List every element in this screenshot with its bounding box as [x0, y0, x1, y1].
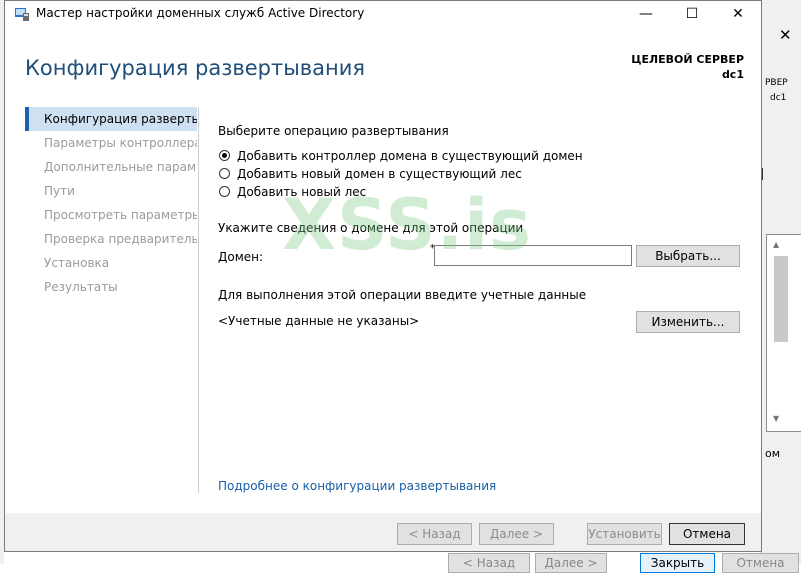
background-target-label: РВЕР — [765, 78, 788, 88]
background-close-icon[interactable]: ✕ — [779, 26, 792, 44]
nav-item-additional-options: Дополнительные парам... — [44, 160, 197, 174]
minimize-icon[interactable]: — — [623, 1, 669, 27]
option-label-add-domain[interactable]: Добавить новый домен в существующий лес — [237, 167, 522, 181]
title-bar[interactable]: Мастер настройки доменных служб Active D… — [5, 1, 761, 27]
background-scrollbar-thumb[interactable] — [774, 256, 788, 342]
target-server-label: ЦЕЛЕВОЙ СЕРВЕР — [631, 53, 744, 66]
background-text: ом — [765, 447, 781, 460]
nav-item-prerequisites-check: Проверка предваритель... — [44, 232, 197, 246]
page-title: Конфигурация развертывания — [25, 56, 366, 80]
nav-divider — [198, 107, 199, 493]
ad-wizard-icon — [15, 8, 29, 21]
background-window: ✕ РВЕР dc1 ▲ ▼ ом — [760, 0, 801, 564]
wizard-dialog: Мастер настройки доменных служб Active D… — [4, 0, 762, 552]
credentials-heading: Для выполнения этой операции введите уче… — [218, 288, 587, 302]
nav-item-installation: Установка — [44, 256, 110, 270]
nav-item-dc-options: Параметры контроллера... — [44, 136, 197, 150]
window-title: Мастер настройки доменных служб Active D… — [36, 6, 365, 20]
background-back-button[interactable]: < Назад — [448, 553, 530, 573]
background-close-button[interactable]: Закрыть — [640, 553, 715, 573]
more-about-deployment-link[interactable]: Подробнее о конфигурации развертывания — [218, 479, 496, 493]
cancel-button[interactable]: Отмена — [669, 523, 745, 545]
nav-item-paths: Пути — [44, 184, 75, 198]
next-button[interactable]: Далее > — [479, 523, 554, 545]
radio-add-dc-existing-domain[interactable] — [219, 150, 230, 161]
option-label-add-dc[interactable]: Добавить контроллер домена в существующи… — [237, 149, 583, 163]
background-scroll-up-icon[interactable]: ▲ — [773, 240, 779, 249]
domain-label: Домен: — [218, 250, 264, 264]
radio-add-domain-existing-forest[interactable] — [219, 168, 230, 179]
wizard-nav: Конфигурация развертыв... Параметры конт… — [25, 107, 197, 299]
wizard-content: Конфигурация развертывания ЦЕЛЕВОЙ СЕРВЕ… — [5, 27, 761, 513]
operation-heading: Выберите операцию развертывания — [218, 124, 449, 138]
background-target-name: dc1 — [770, 93, 787, 103]
maximize-icon[interactable]: ☐ — [669, 1, 715, 27]
change-credentials-button[interactable]: Изменить... — [636, 311, 740, 333]
background-scroll-down-icon[interactable]: ▼ — [773, 414, 779, 423]
credentials-status: <Учетные данные не указаны> — [218, 314, 420, 328]
target-server-name: dc1 — [721, 68, 744, 81]
background-cancel-button[interactable]: Отмена — [722, 553, 799, 573]
nav-item-results: Результаты — [44, 280, 118, 294]
back-button[interactable]: < Назад — [397, 523, 472, 545]
nav-item-review-options: Просмотреть параметры — [44, 208, 197, 222]
install-button[interactable]: Установить — [587, 523, 662, 545]
close-icon[interactable]: ✕ — [715, 1, 761, 27]
background-next-button[interactable]: Далее > — [535, 553, 607, 573]
select-domain-button[interactable]: Выбрать... — [636, 245, 740, 267]
watermark-text: XSS.is — [282, 184, 532, 266]
radio-add-new-forest[interactable] — [219, 186, 230, 197]
nav-item-deployment-config[interactable]: Конфигурация развертыв... — [25, 107, 197, 131]
